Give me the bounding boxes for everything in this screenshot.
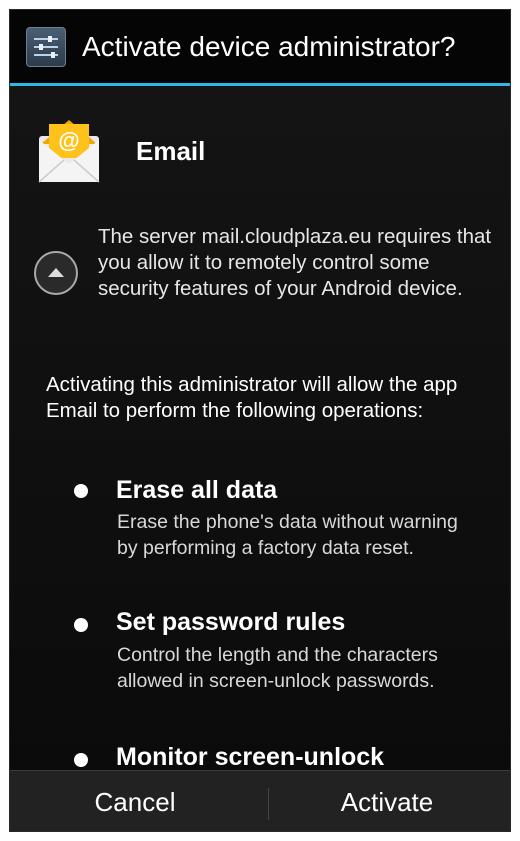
policy-title-erase: Erase all data: [116, 476, 278, 504]
policy-title-monitor: Monitor screen-unlock: [116, 743, 385, 770]
bullet-icon: [74, 484, 88, 498]
activate-button[interactable]: Activate: [262, 771, 510, 831]
title-bar: Activate device administrator?: [10, 10, 510, 86]
bullet-icon: [74, 618, 88, 632]
expand-details-button[interactable]: [34, 251, 78, 295]
server-description: The server mail.cloudplaza.eu requires t…: [98, 225, 492, 300]
policy-desc-password: Control the length and the characters al…: [117, 644, 438, 692]
button-bar: Cancel Activate: [10, 770, 510, 831]
email-envelope-icon: @: [31, 114, 107, 190]
dialog-title: Activate device administrator?: [82, 31, 456, 62]
dialog-content[interactable]: @ Email The server mail.cloudplaza.eu re…: [10, 86, 510, 770]
device-admin-dialog: Activate device administrator? @ Email T…: [9, 9, 511, 832]
operations-intro: Activating this administrator will allow…: [46, 373, 458, 422]
cancel-button[interactable]: Cancel: [10, 771, 260, 831]
policy-title-password: Set password rules: [116, 608, 346, 636]
bullet-icon: [74, 753, 88, 767]
chevron-up-icon: [48, 268, 64, 277]
settings-sliders-icon: [26, 27, 66, 67]
svg-text:@: @: [58, 128, 79, 153]
policy-desc-erase: Erase the phone's data without warning b…: [117, 511, 458, 559]
app-name: Email: [136, 136, 206, 166]
